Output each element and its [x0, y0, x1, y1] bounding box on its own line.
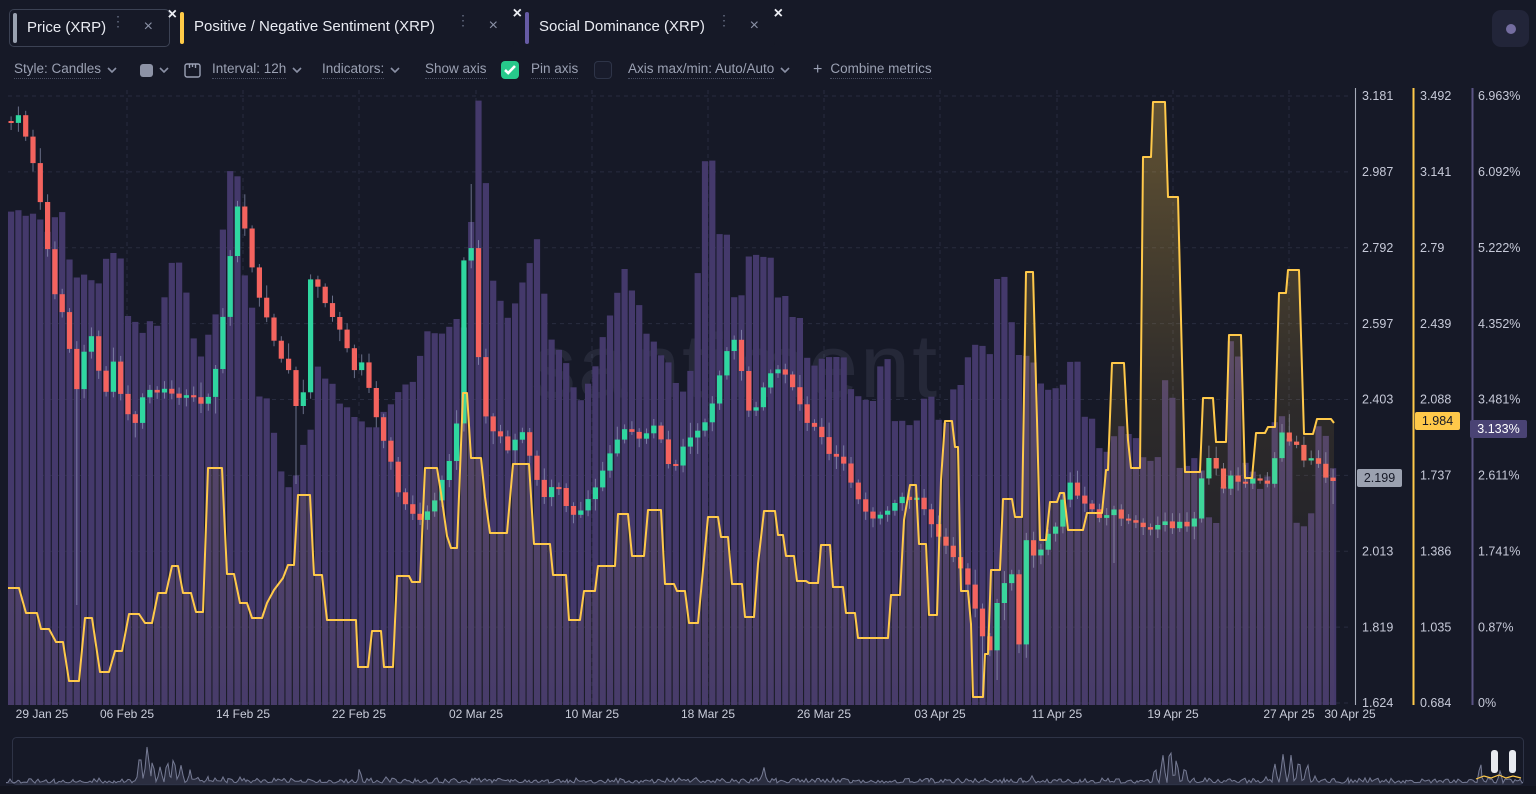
svg-text:1.035: 1.035	[1420, 620, 1451, 634]
svg-text:2.403: 2.403	[1362, 393, 1393, 407]
svg-text:2.611%: 2.611%	[1478, 469, 1519, 483]
svg-text:03 Apr 25: 03 Apr 25	[914, 707, 966, 721]
svg-text:2.987: 2.987	[1362, 165, 1393, 179]
svg-text:19 Apr 25: 19 Apr 25	[1147, 707, 1199, 721]
svg-text:22 Feb 25: 22 Feb 25	[332, 707, 386, 721]
svg-text:30 Apr 25: 30 Apr 25	[1324, 707, 1376, 721]
svg-text:2.199: 2.199	[1364, 471, 1395, 485]
svg-text:11 Apr 25: 11 Apr 25	[1032, 707, 1083, 721]
svg-text:14 Feb 25: 14 Feb 25	[216, 707, 270, 721]
svg-text:06 Feb 25: 06 Feb 25	[100, 707, 154, 721]
svg-text:2.79: 2.79	[1420, 241, 1444, 255]
svg-text:1.741%: 1.741%	[1478, 545, 1520, 559]
svg-text:18 Mar 25: 18 Mar 25	[681, 707, 735, 721]
svg-text:1.386: 1.386	[1420, 545, 1451, 559]
svg-text:3.481%: 3.481%	[1478, 393, 1520, 407]
svg-text:3.492: 3.492	[1420, 89, 1451, 103]
svg-text:2.792: 2.792	[1362, 241, 1393, 255]
svg-text:29 Jan 25: 29 Jan 25	[16, 707, 69, 721]
svg-text:6.092%: 6.092%	[1478, 165, 1520, 179]
svg-text:26 Mar 25: 26 Mar 25	[797, 707, 851, 721]
svg-text:3.181: 3.181	[1362, 89, 1393, 103]
svg-text:5.222%: 5.222%	[1478, 241, 1520, 255]
svg-text:3.141: 3.141	[1420, 165, 1451, 179]
svg-text:2.013: 2.013	[1362, 545, 1393, 559]
svg-text:2.439: 2.439	[1420, 317, 1451, 331]
svg-text:27 Apr 25: 27 Apr 25	[1263, 707, 1315, 721]
svg-text:0.684: 0.684	[1420, 696, 1451, 710]
svg-text:0%: 0%	[1478, 696, 1496, 710]
svg-text:1.737: 1.737	[1420, 469, 1451, 483]
svg-text:4.352%: 4.352%	[1478, 317, 1520, 331]
svg-text:02 Mar 25: 02 Mar 25	[449, 707, 503, 721]
svg-text:1.819: 1.819	[1362, 620, 1393, 634]
svg-text:2.088: 2.088	[1420, 393, 1451, 407]
svg-text:6.963%: 6.963%	[1478, 89, 1520, 103]
svg-text:2.597: 2.597	[1362, 317, 1393, 331]
svg-text:3.133%: 3.133%	[1477, 422, 1519, 436]
svg-text:10 Mar 25: 10 Mar 25	[565, 707, 619, 721]
svg-text:1.984: 1.984	[1422, 414, 1453, 428]
svg-text:0.87%: 0.87%	[1478, 620, 1513, 634]
